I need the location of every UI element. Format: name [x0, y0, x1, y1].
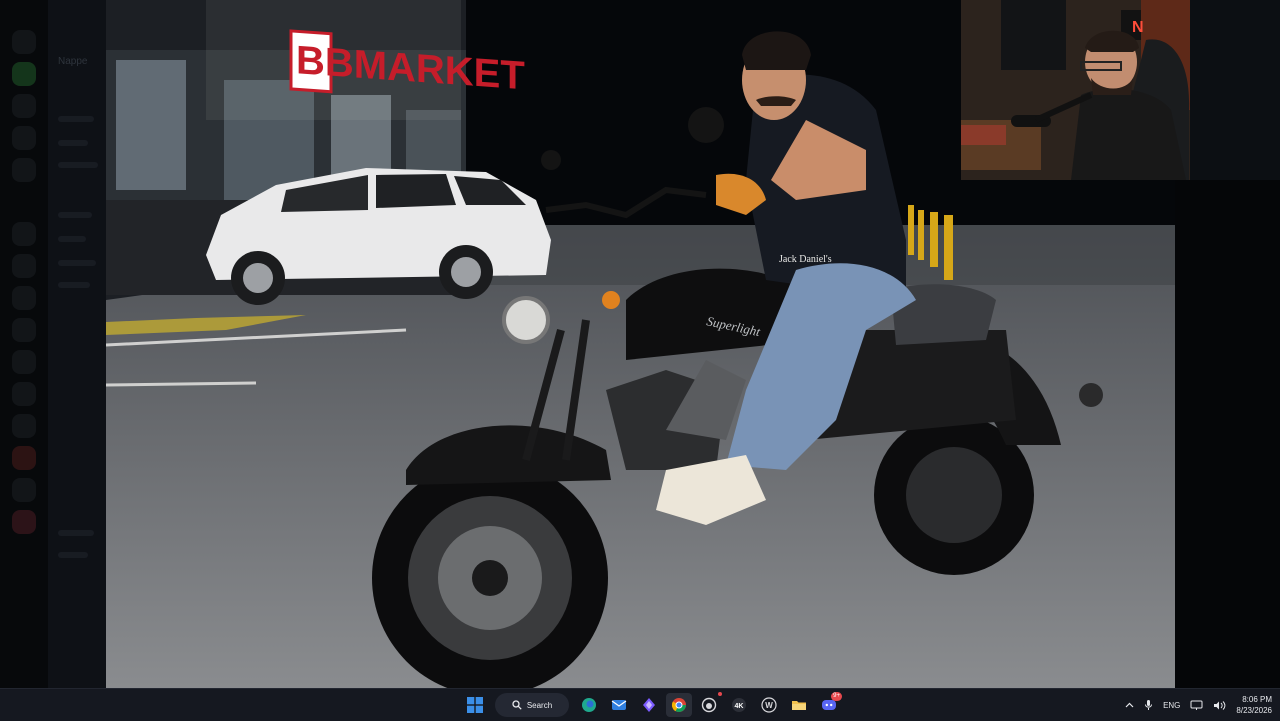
server-rail — [0, 0, 48, 688]
server-icon[interactable] — [12, 62, 36, 86]
taskbar-github-desktop[interactable] — [696, 692, 722, 717]
clock[interactable]: 8:06 PM 8/23/2026 — [1236, 694, 1272, 716]
channel-item[interactable] — [58, 282, 90, 288]
server-icon[interactable] — [12, 478, 36, 502]
edge-icon — [582, 698, 596, 712]
taskbar-app-diamond[interactable] — [636, 693, 662, 717]
start-button[interactable] — [462, 693, 488, 717]
diamond-app-icon — [643, 698, 655, 712]
taskbar-discord[interactable]: 9+ — [816, 692, 842, 717]
channel-item[interactable] — [58, 162, 98, 168]
channel-item[interactable] — [58, 212, 92, 218]
taskbar-search-button[interactable]: Search — [495, 693, 569, 717]
neon-logo-icon: N — [1132, 19, 1144, 36]
microphone-icon[interactable] — [1144, 699, 1153, 711]
network-monitor-icon[interactable] — [1190, 700, 1203, 711]
shirt-print: Jack Daniel's — [779, 254, 832, 265]
taskbar-file-explorer[interactable] — [786, 693, 812, 717]
server-icon[interactable] — [12, 30, 36, 54]
taskbar-mail[interactable] — [606, 693, 632, 717]
system-tray: ENG 8:06 PM 8/23/2026 — [1125, 693, 1272, 717]
server-icon[interactable] — [12, 318, 36, 342]
server-icon[interactable] — [12, 254, 36, 278]
chrome-icon — [671, 698, 686, 712]
channel-item[interactable] — [58, 552, 88, 558]
taskbar-chrome[interactable] — [666, 693, 692, 717]
search-icon — [512, 700, 522, 710]
chevron-up-icon[interactable] — [1125, 701, 1134, 710]
discord-badge: 9+ — [831, 692, 842, 701]
server-icon[interactable] — [12, 510, 36, 534]
taskbar-wordpad[interactable]: W — [756, 693, 782, 717]
notification-dot — [718, 692, 722, 696]
taskbar-pinned-apps: Search 4K W 9+ — [462, 692, 842, 717]
search-label: Search — [526, 700, 553, 710]
language-indicator[interactable]: ENG — [1163, 701, 1180, 710]
server-icon[interactable] — [12, 222, 36, 246]
server-icon[interactable] — [12, 158, 36, 182]
wordpad-icon: W — [761, 697, 777, 713]
webcam-scene: N — [961, 0, 1190, 180]
server-icon[interactable] — [12, 382, 36, 406]
channel-sidebar — [48, 0, 106, 688]
mail-icon — [611, 700, 627, 710]
server-icon[interactable] — [12, 350, 36, 374]
app-title: Nappe — [58, 56, 88, 67]
taskbar-edge[interactable] — [576, 693, 602, 717]
server-icon[interactable] — [12, 446, 36, 470]
channel-item[interactable] — [58, 116, 94, 122]
server-icon[interactable] — [12, 94, 36, 118]
clock-time: 8:06 PM — [1242, 695, 1272, 704]
4k-label: 4K — [735, 703, 744, 710]
webcam-overlay: N — [961, 0, 1190, 180]
folder-icon — [792, 701, 806, 710]
github-icon — [701, 697, 717, 713]
server-icon[interactable] — [12, 126, 36, 150]
clock-date: 8/23/2026 — [1236, 706, 1272, 715]
wordpad-letter: W — [765, 701, 773, 710]
channel-item[interactable] — [58, 530, 94, 536]
volume-icon[interactable] — [1213, 700, 1226, 711]
right-panel — [1175, 180, 1280, 688]
windows-logo-icon — [467, 697, 483, 713]
channel-item[interactable] — [58, 140, 88, 146]
channel-item[interactable] — [58, 236, 86, 242]
taskbar-4k-downloader[interactable]: 4K — [726, 693, 752, 717]
server-icon[interactable] — [12, 286, 36, 310]
4k-downloader-icon: 4K — [732, 698, 746, 712]
channel-item[interactable] — [58, 260, 96, 266]
taskbar: Search 4K W 9+ ENG 8:06 PM 8/23/2026 — [0, 688, 1280, 721]
server-icon[interactable] — [12, 414, 36, 438]
